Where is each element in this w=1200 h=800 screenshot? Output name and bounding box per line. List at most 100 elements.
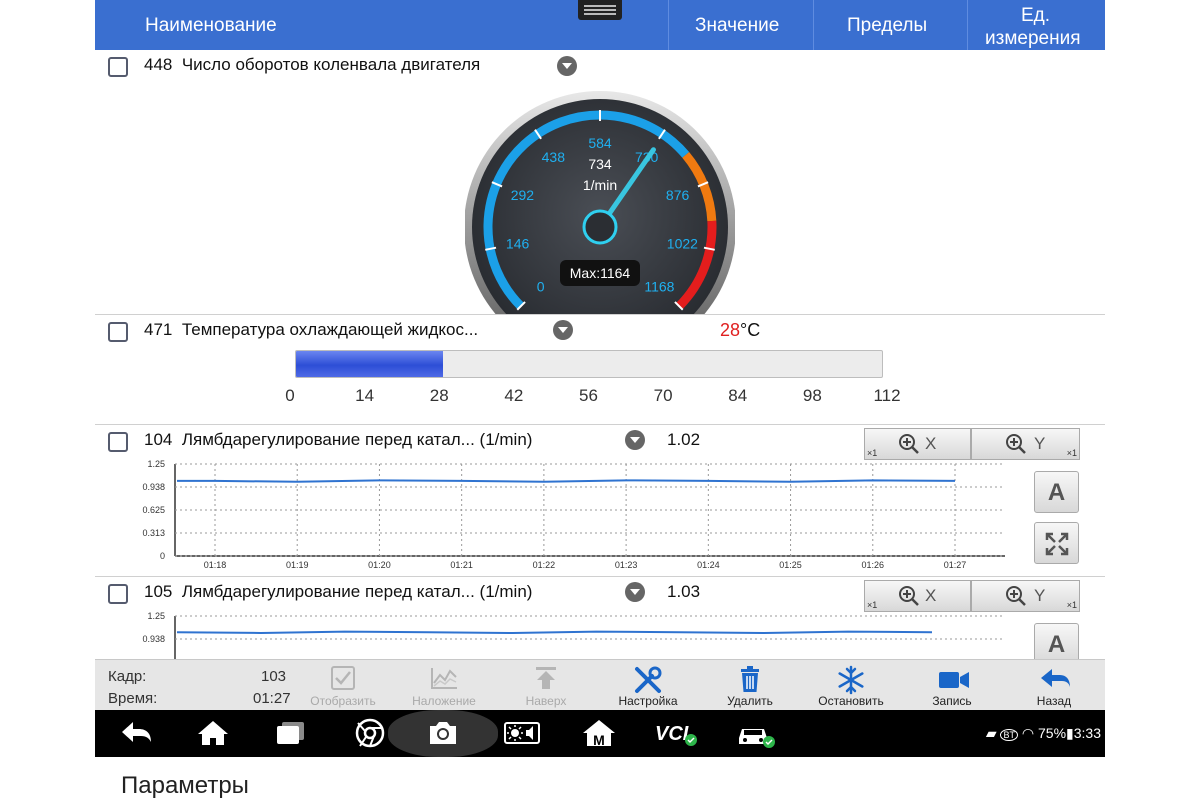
row-448-id: 448 (144, 55, 173, 74)
row-448-title: 448 Число оборотов коленвала двигателя (144, 55, 480, 75)
chat-icon: ▰ (985, 725, 997, 741)
nav-home-button[interactable] (193, 710, 233, 757)
svg-text:M: M (593, 732, 605, 748)
row-105-checkbox[interactable] (108, 584, 128, 604)
table-header: Наименование Значение Пределы Ед. измере… (95, 0, 1105, 50)
row-471-id: 471 (144, 320, 173, 339)
row-104-fit-button[interactable] (1034, 522, 1079, 564)
temperature-tick-4: 56 (579, 386, 598, 405)
temperature-tick-0: 0 (285, 386, 295, 405)
nav-vci-button[interactable]: VCI (651, 710, 701, 757)
clock: 3:33 (1073, 725, 1101, 741)
row-104-zoom-x-button[interactable]: ×1 X (864, 428, 971, 460)
nav-screenshot-button[interactable] (388, 710, 498, 757)
row-104-title: 104 Лямбдарегулирование перед катал... (… (144, 430, 532, 450)
row-104-checkbox[interactable] (108, 432, 128, 452)
to-top-button[interactable]: Наверх (501, 660, 591, 711)
row-104-auto-scale-button[interactable]: A (1034, 471, 1079, 513)
frame-label: Кадр: (108, 668, 147, 685)
row-105-name: Лямбдарегулирование перед катал... (1/mi… (181, 582, 533, 601)
system-navbar: M VCI ▰ BT ◠ 75%▮3:33 (95, 710, 1105, 757)
header-name: Наименование (145, 15, 277, 36)
settings-button[interactable]: Настройка (603, 660, 693, 711)
time-value: 01:27 (253, 690, 291, 707)
record-button[interactable]: Запись (907, 660, 997, 711)
battery-level: 75% (1038, 725, 1067, 741)
frame-value: 103 (261, 668, 287, 685)
zoom-in-icon (1006, 586, 1026, 606)
nav-display-settings-button[interactable] (501, 710, 541, 757)
panel-drag-handle[interactable] (578, 0, 622, 20)
gauge-tick-label-3: 438 (542, 149, 566, 165)
arrow-up-icon (536, 667, 556, 689)
recent-apps-icon (277, 722, 304, 744)
zoom-in-icon (899, 434, 919, 454)
row-448-checkbox[interactable] (108, 57, 128, 77)
gauge-tick-label-8: 1168 (644, 278, 674, 294)
row-448-name: Число оборотов коленвала двигателя (181, 55, 481, 74)
row-471-name: Температура охлаждающей жидкос... (181, 320, 479, 339)
row-105-dropdown-icon[interactable] (625, 582, 645, 602)
camera-icon (430, 722, 456, 744)
row-104-dropdown-icon[interactable] (625, 430, 645, 450)
row-448-dropdown-icon[interactable] (557, 56, 577, 76)
time-label: Время: (108, 690, 158, 707)
delete-button[interactable]: Удалить (705, 660, 795, 711)
gauge-tick-label-0: 0 (537, 278, 545, 294)
x-tick-label-9: 01:27 (944, 560, 967, 570)
temperature-tick-1: 14 (355, 386, 375, 405)
series-line (177, 479, 956, 483)
x-tick-label-3: 01:21 (450, 560, 473, 570)
back-button[interactable]: Назад (1009, 660, 1099, 711)
nav-back-button[interactable] (117, 710, 157, 757)
bottom-toolbar: Кадр: 103 Время: 01:27 Отобразить Наложе… (95, 659, 1105, 711)
tools-icon (635, 666, 662, 693)
browser-icon (355, 718, 385, 748)
y-tick-label-3: 0.313 (142, 528, 165, 538)
temperature-tick-8: 112 (873, 386, 901, 405)
overlay-button[interactable]: Наложение (399, 660, 489, 711)
app-screen: Наименование Значение Пределы Ед. измере… (95, 0, 1105, 757)
bluetooth-icon: BT (1000, 729, 1018, 741)
show-button[interactable]: Отобразить (298, 660, 388, 711)
temperature-tick-3: 42 (504, 386, 524, 405)
nav-recents-button[interactable] (271, 710, 311, 757)
gauge-tick-label-6: 876 (666, 187, 690, 203)
vci-icon: VCI (655, 723, 697, 746)
row-105-zoom-y-button[interactable]: Y ×1 (971, 580, 1080, 612)
row-471-title: 471 Температура охлаждающей жидкос... (144, 320, 478, 340)
row-104-zoom-y-button[interactable]: Y ×1 (971, 428, 1080, 460)
row-471-dropdown-icon[interactable] (553, 320, 573, 340)
row-105-zoom-x-button[interactable]: ×1 X (864, 580, 971, 612)
temperature-tick-7: 98 (802, 386, 822, 405)
row-471-unit: °C (740, 320, 761, 340)
row-471-checkbox[interactable] (108, 322, 128, 342)
row-104-name: Лямбдарегулирование перед катал... (1/mi… (181, 430, 533, 449)
battery-icon: ▮ (1066, 725, 1074, 741)
row-105-title: 105 Лямбдарегулирование перед катал... (… (144, 582, 532, 602)
overlay-chart-icon (431, 668, 457, 689)
y-tick-label-4: 0 (160, 551, 165, 561)
zoom-in-icon (1006, 434, 1026, 454)
gauge-tick-label-4: 584 (588, 135, 612, 151)
temperature-bar (295, 350, 883, 378)
row-104-chart: 1.25 0.938 0.625 0.313 0 01:18 01:19 01:20 01:21… (142, 459, 1005, 570)
nav-browser-button[interactable] (350, 710, 390, 757)
series-line (176, 630, 933, 634)
y-tick-label-1: 0.938 (142, 634, 165, 644)
x-tick-label-1: 01:19 (286, 560, 309, 570)
nav-vehicle-button[interactable] (733, 710, 777, 757)
y-tick-label-1: 0.938 (142, 482, 165, 492)
system-status: ▰ BT ◠ 75%▮3:33 (986, 725, 1101, 742)
checkbox-icon (331, 666, 355, 690)
x-tick-label-7: 01:25 (779, 560, 802, 570)
home-icon (198, 721, 228, 745)
back-icon (122, 722, 151, 742)
freeze-button[interactable]: Остановить (806, 660, 896, 711)
y-tick-label-0: 1.25 (147, 459, 165, 469)
nav-maintenance-button[interactable]: M (579, 710, 619, 757)
temperature-bar-fill (296, 351, 443, 377)
brightness-volume-icon (504, 722, 540, 744)
x-tick-label-2: 01:20 (368, 560, 391, 570)
trash-icon (741, 666, 759, 692)
